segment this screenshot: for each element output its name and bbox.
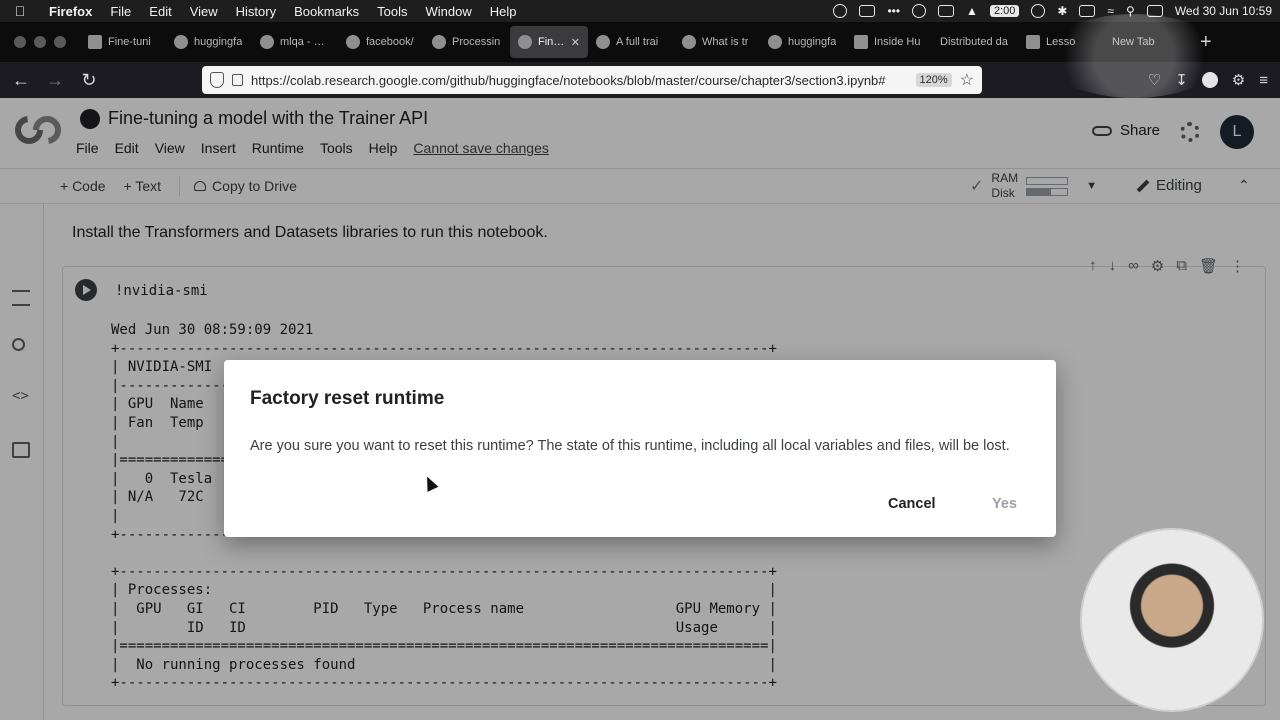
tab[interactable]: mlqa - Dat: [252, 26, 338, 58]
wordpress-icon: [1026, 35, 1040, 49]
menu-app-firefox[interactable]: Firefox: [40, 4, 101, 19]
tab[interactable]: Fine-tuni: [80, 26, 166, 58]
timer-badge[interactable]: 2:00: [989, 5, 1020, 17]
factory-reset-dialog: Factory reset runtime Are you sure you w…: [224, 360, 1056, 537]
zoom-badge[interactable]: 120%: [915, 73, 952, 87]
url-bar[interactable]: https://colab.research.google.com/github…: [202, 66, 982, 94]
menu-hamburger-icon[interactable]: ≡: [1259, 72, 1268, 89]
tab[interactable]: huggingfa: [166, 26, 252, 58]
menu-tools[interactable]: Tools: [368, 4, 416, 19]
screen-mirror-icon[interactable]: [859, 5, 876, 17]
zoom-window-button[interactable]: [54, 36, 66, 48]
extension-icon[interactable]: ⚙: [1232, 71, 1245, 89]
more-icon[interactable]: •••: [887, 4, 900, 18]
window-controls: [0, 36, 80, 48]
colab-icon: [432, 35, 446, 49]
menu-bookmarks[interactable]: Bookmarks: [285, 4, 368, 19]
tab-label: facebook/: [366, 36, 414, 48]
minimize-window-button[interactable]: [34, 36, 46, 48]
tab-label: mlqa - Dat: [280, 36, 330, 48]
favicon-icon: [682, 35, 696, 49]
yes-button[interactable]: Yes: [992, 496, 1017, 512]
menu-clock[interactable]: Wed 30 Jun 10:59: [1175, 4, 1272, 18]
forward-arrow-icon[interactable]: →: [38, 70, 72, 91]
favicon-icon: [88, 35, 102, 49]
github-icon: [174, 35, 188, 49]
tab[interactable]: What is tr: [674, 26, 760, 58]
tab[interactable]: Inside Hu: [846, 26, 932, 58]
favicon-icon: [346, 35, 360, 49]
tab-label: huggingfa: [788, 36, 837, 48]
tab-label: Inside Hu: [874, 36, 921, 48]
tab[interactable]: A full trai: [588, 26, 674, 58]
tab[interactable]: huggingfa: [760, 26, 846, 58]
bluetooth-icon[interactable]: ✱: [1057, 4, 1067, 18]
menu-view[interactable]: View: [181, 4, 227, 19]
back-arrow-icon[interactable]: ←: [4, 70, 38, 91]
tab-label: huggingfa: [194, 36, 243, 48]
tab-active[interactable]: Fine-t ✕: [510, 26, 588, 58]
menu-edit[interactable]: Edit: [140, 4, 180, 19]
status-area: ••• ▲ 2:00 ✱ ≈ ⚲ Wed 30 Jun 10:59: [833, 0, 1272, 22]
status-icon-1[interactable]: [833, 4, 848, 18]
tab[interactable]: Distributed da: [932, 26, 1018, 58]
layout-icon[interactable]: [938, 5, 955, 17]
tab[interactable]: facebook/: [338, 26, 424, 58]
tab-label: Fine-tuni: [108, 36, 151, 48]
favicon-icon: [854, 35, 868, 49]
bookmark-star-icon[interactable]: ☆: [960, 70, 974, 90]
close-window-button[interactable]: [14, 36, 26, 48]
menu-window[interactable]: Window: [417, 4, 481, 19]
menu-help[interactable]: Help: [481, 4, 526, 19]
webcam-glare: [1044, 14, 1224, 98]
cone-icon[interactable]: ▲: [966, 4, 978, 18]
dialog-message: Are you sure you want to reset this runt…: [250, 438, 1010, 454]
colab-icon: [518, 35, 532, 49]
reload-icon[interactable]: ↻: [72, 70, 106, 91]
tab-label: A full trai: [616, 36, 659, 48]
webcam-overlay: [1080, 528, 1264, 712]
github-icon: [768, 35, 782, 49]
colab-icon: [596, 35, 610, 49]
cancel-button[interactable]: Cancel: [888, 496, 936, 512]
apple-icon[interactable]: : [0, 3, 40, 19]
battery-icon[interactable]: [1079, 5, 1096, 17]
tab-label: Distributed da: [940, 36, 1008, 48]
url-text[interactable]: https://colab.research.google.com/github…: [251, 73, 908, 88]
tab[interactable]: Processin: [424, 26, 510, 58]
tab-label: Processin: [452, 36, 501, 48]
close-tab-icon[interactable]: ✕: [571, 36, 580, 49]
dialog-title: Factory reset runtime: [250, 388, 445, 409]
lock-icon[interactable]: [232, 74, 243, 86]
menu-file[interactable]: File: [101, 4, 140, 19]
cloud-icon[interactable]: [912, 4, 927, 18]
favicon-icon: [260, 35, 274, 49]
menu-history[interactable]: History: [227, 4, 285, 19]
shield-icon[interactable]: [210, 72, 224, 88]
tab-label: What is tr: [702, 36, 749, 48]
tab-label: Fine-t: [538, 36, 565, 48]
play-icon[interactable]: [1031, 4, 1046, 18]
